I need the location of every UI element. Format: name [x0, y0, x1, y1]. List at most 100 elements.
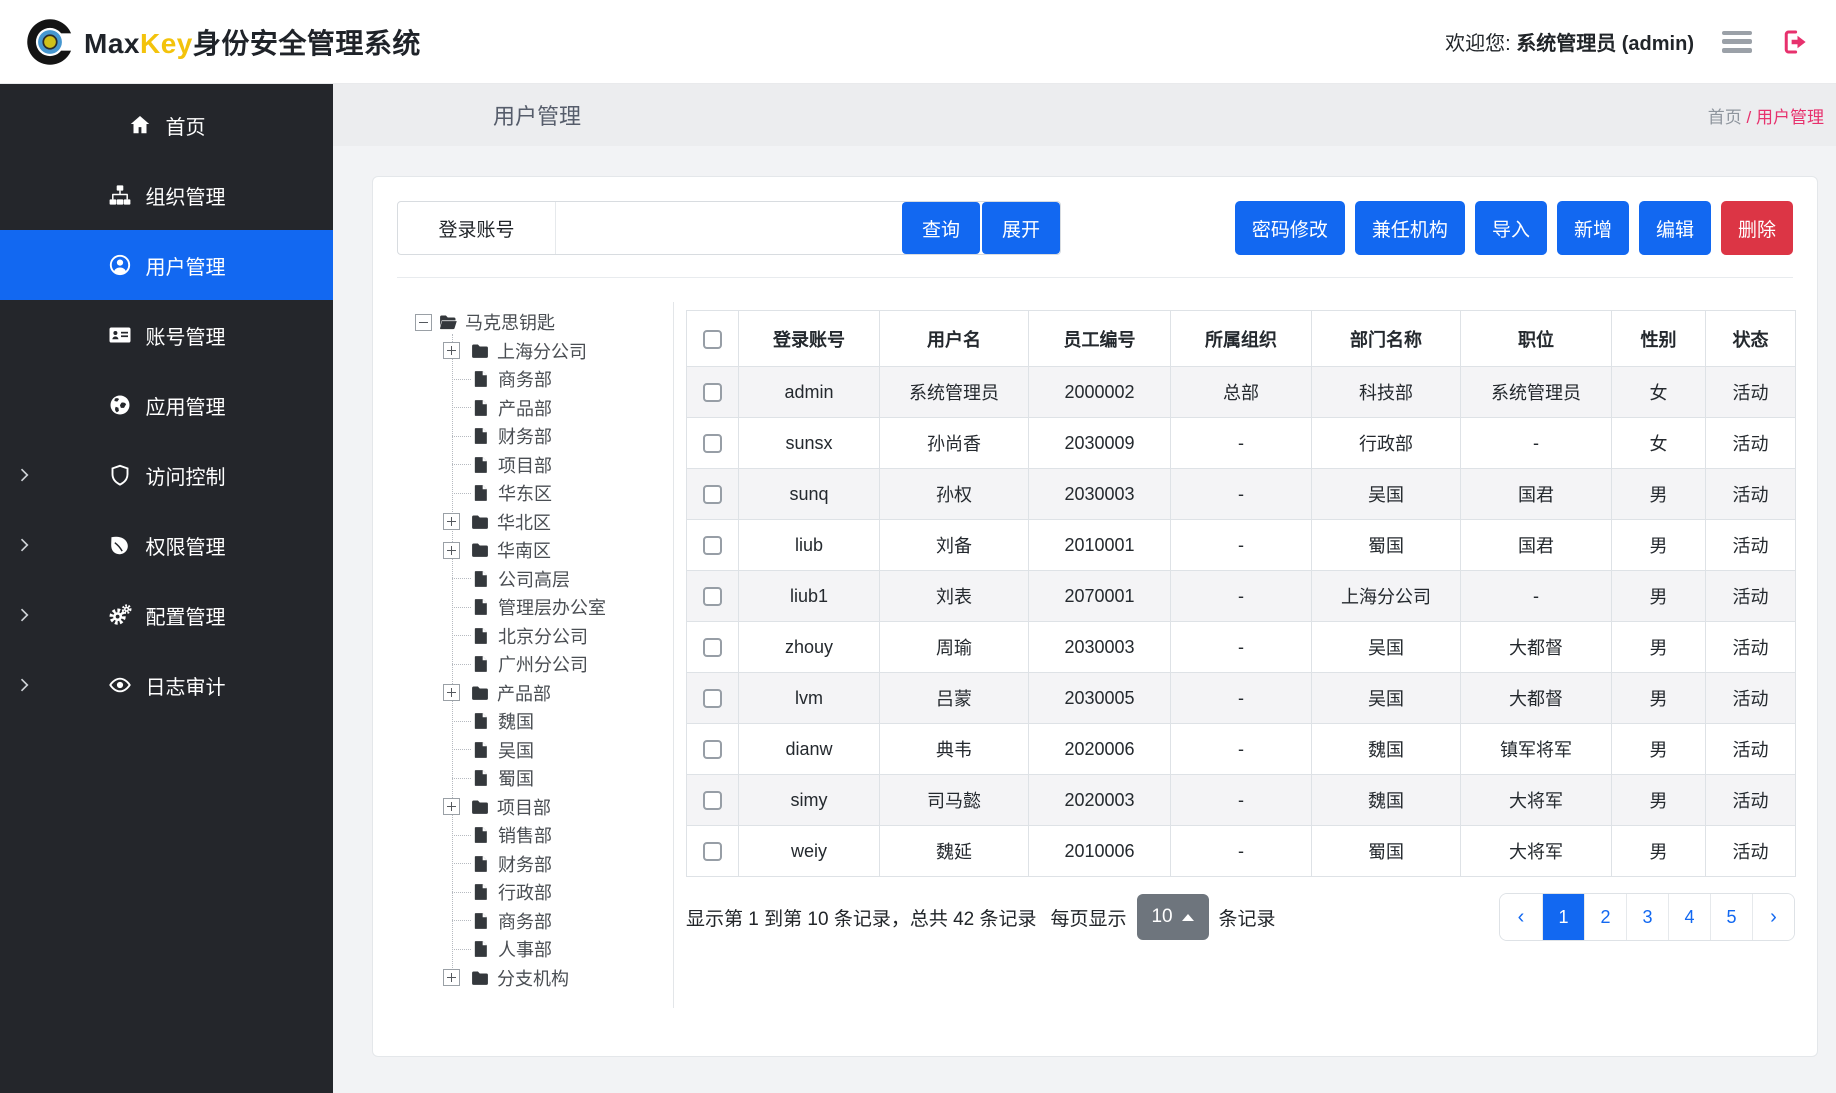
row-checkbox[interactable] [703, 791, 722, 810]
delete-button[interactable]: 删除 [1721, 201, 1793, 255]
row-checkbox[interactable] [703, 536, 722, 555]
row-checkbox[interactable] [703, 638, 722, 657]
tree-node[interactable]: 公司高层 [452, 565, 673, 594]
table-row[interactable]: sunq孙权2030003-吴国国君男活动 [687, 469, 1796, 520]
row-checkbox[interactable] [703, 842, 722, 861]
tree-node-label[interactable]: 项目部 [498, 452, 552, 478]
tree-node-label[interactable]: 华北区 [497, 509, 551, 535]
pagination-prev[interactable]: ‹ [1500, 894, 1542, 940]
pagination-next[interactable]: › [1752, 894, 1794, 940]
sidebar-item-config[interactable]: 配置管理 [0, 580, 333, 650]
import-button[interactable]: 导入 [1475, 201, 1547, 255]
row-checkbox[interactable] [703, 434, 722, 453]
tree-node[interactable]: 项目部 [443, 793, 673, 822]
select-all-checkbox[interactable] [703, 330, 722, 349]
concurrent-org-button[interactable]: 兼任机构 [1355, 201, 1465, 255]
row-checkbox[interactable] [703, 587, 722, 606]
row-checkbox[interactable] [703, 689, 722, 708]
row-checkbox[interactable] [703, 485, 722, 504]
password-modify-button[interactable]: 密码修改 [1235, 201, 1345, 255]
tree-node-label[interactable]: 产品部 [497, 680, 551, 706]
tree-node-label[interactable]: 人事部 [498, 936, 552, 962]
tree-node-label[interactable]: 蜀国 [498, 765, 534, 791]
tree-node[interactable]: 商务部 [452, 907, 673, 936]
tree-node[interactable]: 吴国 [452, 736, 673, 765]
pagination-page-4[interactable]: 4 [1668, 894, 1710, 940]
expand-toggle-icon[interactable] [443, 342, 460, 359]
pagination-page-2[interactable]: 2 [1584, 894, 1626, 940]
logout-icon[interactable] [1780, 27, 1810, 57]
tree-node[interactable]: 华南区 [443, 536, 673, 565]
menu-toggle-icon[interactable] [1722, 31, 1752, 53]
table-row[interactable]: liub刘备2010001-蜀国国君男活动 [687, 520, 1796, 571]
query-button[interactable]: 查询 [902, 202, 980, 254]
edit-button[interactable]: 编辑 [1639, 201, 1711, 255]
tree-node-label[interactable]: 财务部 [498, 423, 552, 449]
table-row[interactable]: simy司马懿2020003-魏国大将军男活动 [687, 775, 1796, 826]
expand-toggle-icon[interactable] [443, 969, 460, 986]
tree-node-label[interactable]: 商务部 [498, 366, 552, 392]
tree-node[interactable]: 财务部 [452, 422, 673, 451]
tree-node[interactable]: 北京分公司 [452, 622, 673, 651]
tree-node-label[interactable]: 分支机构 [497, 965, 569, 991]
tree-node-label[interactable]: 上海分公司 [497, 338, 587, 364]
sidebar-item-perm[interactable]: 权限管理 [0, 510, 333, 580]
expand-toggle-icon[interactable] [443, 542, 460, 559]
add-button[interactable]: 新增 [1557, 201, 1629, 255]
table-row[interactable]: dianw典韦2020006-魏国镇军将军男活动 [687, 724, 1796, 775]
tree-node[interactable]: 人事部 [452, 935, 673, 964]
table-row[interactable]: liub1刘表2070001-上海分公司-男活动 [687, 571, 1796, 622]
tree-node-label[interactable]: 华东区 [498, 480, 552, 506]
tree-node[interactable]: 华东区 [452, 479, 673, 508]
tree-node-label[interactable]: 行政部 [498, 879, 552, 905]
sidebar-item-home[interactable]: 首页 [0, 90, 333, 160]
pagination-page-1[interactable]: 1 [1542, 894, 1584, 940]
table-row[interactable]: lvm吕蒙2030005-吴国大都督男活动 [687, 673, 1796, 724]
expand-toggle-icon[interactable] [443, 798, 460, 815]
tree-node[interactable]: 广州分公司 [452, 650, 673, 679]
row-checkbox[interactable] [703, 740, 722, 759]
pagination-page-3[interactable]: 3 [1626, 894, 1668, 940]
expand-button[interactable]: 展开 [982, 202, 1060, 254]
sidebar-item-app[interactable]: 应用管理 [0, 370, 333, 440]
table-row[interactable]: admin系统管理员2000002总部科技部系统管理员女活动 [687, 367, 1796, 418]
login-account-input[interactable] [556, 202, 902, 254]
collapse-toggle-icon[interactable] [415, 314, 432, 331]
tree-node-label[interactable]: 商务部 [498, 908, 552, 934]
tree-node-label[interactable]: 魏国 [498, 708, 534, 734]
tree-node-label[interactable]: 华南区 [497, 537, 551, 563]
tree-node-label[interactable]: 广州分公司 [498, 651, 588, 677]
tree-node[interactable]: 上海分公司 [443, 337, 673, 366]
table-row[interactable]: zhouy周瑜2030003-吴国大都督男活动 [687, 622, 1796, 673]
table-row[interactable]: sunsx孙尚香2030009-行政部-女活动 [687, 418, 1796, 469]
tree-node[interactable]: 销售部 [452, 821, 673, 850]
tree-node-label[interactable]: 管理层办公室 [498, 594, 606, 620]
tree-node-label[interactable]: 公司高层 [498, 566, 570, 592]
tree-node[interactable]: 马克思钥匙 [415, 308, 673, 337]
expand-toggle-icon[interactable] [443, 513, 460, 530]
pagination-page-5[interactable]: 5 [1710, 894, 1752, 940]
per-page-select[interactable]: 10 [1137, 894, 1209, 940]
sidebar-item-audit[interactable]: 日志审计 [0, 650, 333, 720]
tree-node[interactable]: 管理层办公室 [452, 593, 673, 622]
tree-node[interactable]: 财务部 [452, 850, 673, 879]
row-checkbox[interactable] [703, 383, 722, 402]
tree-node[interactable]: 华北区 [443, 508, 673, 537]
sidebar-item-org[interactable]: 组织管理 [0, 160, 333, 230]
tree-node[interactable]: 商务部 [452, 365, 673, 394]
breadcrumb-current[interactable]: 用户管理 [1756, 108, 1824, 127]
sidebar-item-access[interactable]: 访问控制 [0, 440, 333, 510]
tree-node[interactable]: 行政部 [452, 878, 673, 907]
tree-node-label[interactable]: 北京分公司 [498, 623, 588, 649]
expand-toggle-icon[interactable] [443, 684, 460, 701]
tree-node-label[interactable]: 产品部 [498, 395, 552, 421]
tree-node[interactable]: 蜀国 [452, 764, 673, 793]
breadcrumb-home[interactable]: 首页 [1708, 108, 1742, 127]
sidebar-item-account[interactable]: 账号管理 [0, 300, 333, 370]
table-row[interactable]: weiy魏延2010006-蜀国大将军男活动 [687, 826, 1796, 877]
tree-node-label[interactable]: 马克思钥匙 [465, 309, 555, 335]
tree-node[interactable]: 产品部 [452, 394, 673, 423]
tree-node[interactable]: 分支机构 [443, 964, 673, 993]
tree-node-label[interactable]: 财务部 [498, 851, 552, 877]
tree-node[interactable]: 魏国 [452, 707, 673, 736]
